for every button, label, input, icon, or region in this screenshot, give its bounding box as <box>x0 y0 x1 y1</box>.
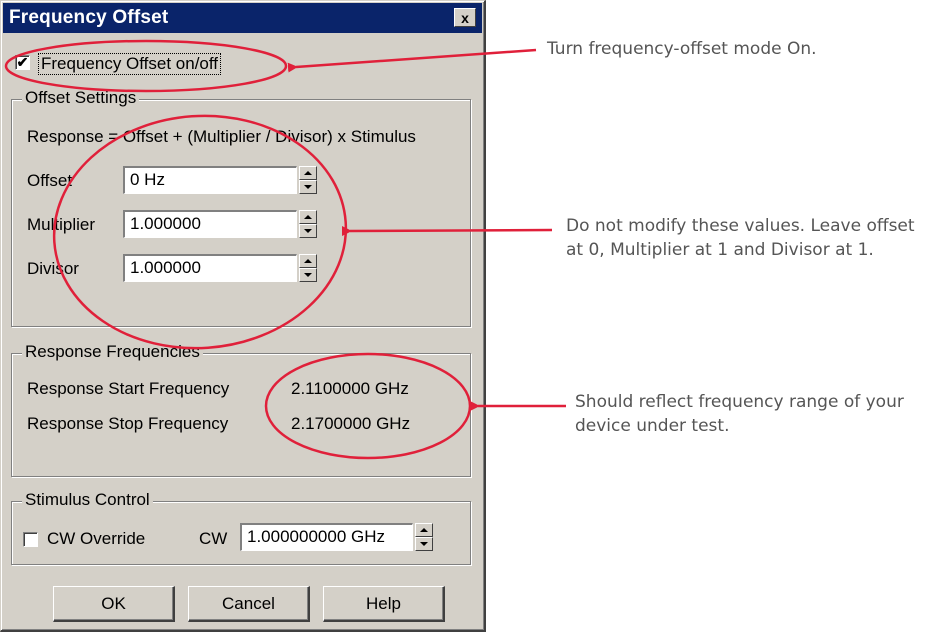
spin-up-button[interactable] <box>299 166 317 180</box>
arrow-up-icon <box>420 528 428 532</box>
cw-frequency-input[interactable]: 1.000000000 GHz <box>240 523 413 551</box>
spin-down-button[interactable] <box>299 268 317 282</box>
arrow-up-icon <box>304 171 312 175</box>
annotation-note-2: Do not modify these values. Leave offset… <box>566 216 915 260</box>
frequency-offset-checkbox-label[interactable]: Frequency Offset on/off <box>38 53 222 75</box>
arrow-down-icon <box>420 542 428 546</box>
dialog-title: Frequency Offset <box>9 7 169 28</box>
divisor-label: Divisor <box>27 259 79 278</box>
close-button[interactable]: x <box>454 8 476 27</box>
cw-spinner[interactable] <box>415 523 433 551</box>
arrow-down-icon <box>304 273 312 277</box>
multiplier-label: Multiplier <box>27 215 96 234</box>
response-stop-label: Response Stop Frequency <box>27 414 229 433</box>
cw-override-label: CW Override <box>47 529 146 548</box>
spin-down-button[interactable] <box>299 180 317 194</box>
annotation-note-1: Turn frequency-offset mode On. <box>547 39 817 59</box>
divisor-input[interactable]: 1.000000 <box>123 254 297 282</box>
divisor-spinner[interactable] <box>299 254 317 282</box>
arrow-down-icon <box>304 229 312 233</box>
ok-button[interactable]: OK <box>53 586 175 622</box>
arrow-up-icon <box>304 259 312 263</box>
offset-label: Offset <box>27 171 73 190</box>
frequency-offset-checkbox[interactable]: ✔ <box>15 55 30 70</box>
close-icon: x <box>461 9 469 26</box>
offset-settings-title: Offset Settings <box>22 88 140 108</box>
response-formula: Response = Offset + (Multiplier / Diviso… <box>27 127 416 146</box>
page: Frequency Offset x ✔ Frequency Offset on… <box>0 0 928 632</box>
annotation-note-3: Should reflect frequency range of your d… <box>575 392 904 436</box>
arrow-up-icon <box>304 215 312 219</box>
arrow-down-icon <box>304 185 312 189</box>
spin-up-button[interactable] <box>415 523 433 537</box>
checkmark-icon: ✔ <box>16 54 29 70</box>
response-stop-value: 2.1700000 GHz <box>291 414 411 433</box>
cw-label: CW <box>199 529 228 548</box>
frequency-offset-dialog: Frequency Offset x ✔ Frequency Offset on… <box>0 0 486 632</box>
spin-up-button[interactable] <box>299 254 317 268</box>
multiplier-input[interactable]: 1.000000 <box>123 210 297 238</box>
cancel-button[interactable]: Cancel <box>188 586 310 622</box>
stimulus-control-title: Stimulus Control <box>22 490 153 510</box>
offset-spinner[interactable] <box>299 166 317 194</box>
offset-input[interactable]: 0 Hz <box>123 166 297 194</box>
multiplier-spinner[interactable] <box>299 210 317 238</box>
response-frequencies-title: Response Frequencies <box>22 342 203 362</box>
spin-down-button[interactable] <box>299 224 317 238</box>
cw-override-checkbox[interactable] <box>23 532 38 547</box>
help-button[interactable]: Help <box>323 586 445 622</box>
response-start-label: Response Start Frequency <box>27 379 230 398</box>
response-start-value: 2.1100000 GHz <box>291 379 409 398</box>
spin-down-button[interactable] <box>415 537 433 551</box>
spin-up-button[interactable] <box>299 210 317 224</box>
title-bar: Frequency Offset x <box>3 3 482 33</box>
